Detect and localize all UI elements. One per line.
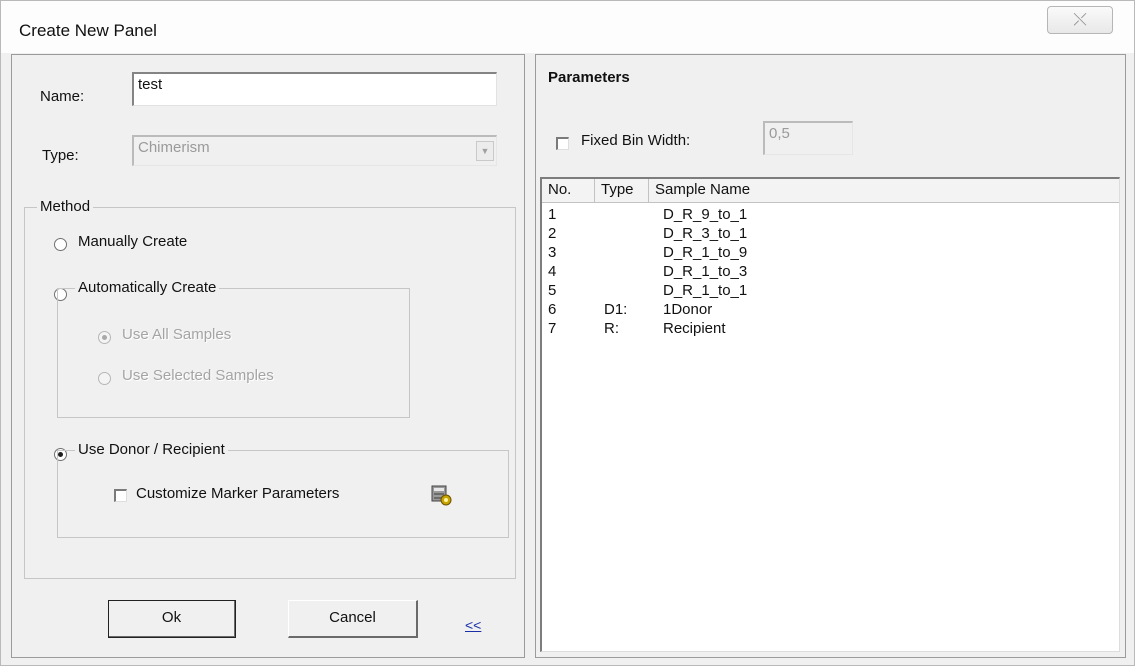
fixed-bin-width-label[interactable]: Fixed Bin Width: — [581, 132, 690, 149]
customize-marker-label[interactable]: Customize Marker Parameters — [136, 485, 339, 502]
donor-recipient-label[interactable]: Use Donor / Recipient — [75, 441, 228, 458]
manual-create-radio[interactable] — [54, 238, 67, 251]
column-header-type[interactable]: Type — [595, 179, 649, 202]
sample-no-cell: 2 — [548, 225, 557, 242]
type-select[interactable]: Chimerism ▼ — [132, 135, 497, 166]
method-legend: Method — [37, 198, 94, 215]
sample-name-cell: D_R_1_to_9 — [663, 244, 748, 261]
sample-name-cell: D_R_9_to_1 — [663, 206, 748, 223]
window-title: Create New Panel — [19, 21, 157, 40]
collapse-link[interactable]: << — [465, 617, 481, 633]
use-selected-samples-label[interactable]: Use Selected Samples — [122, 367, 274, 384]
sample-no-cell: 3 — [548, 244, 557, 261]
sample-name-cell: D_R_1_to_1 — [663, 282, 748, 299]
name-input-value: test — [138, 76, 163, 93]
fixed-bin-width-value: 0,5 — [769, 125, 790, 142]
method-group: Method Manually Create Automatically Cre… — [24, 198, 516, 579]
parameters-heading: Parameters — [548, 69, 630, 86]
sample-no-cell: 1 — [548, 206, 557, 223]
type-label: Type: — [42, 147, 79, 164]
column-header-no[interactable]: No. — [542, 179, 595, 202]
column-header-sample-name[interactable]: Sample Name — [649, 179, 1119, 202]
sample-no-cell: 6 — [548, 301, 557, 318]
sample-type-cell: D1: — [604, 301, 628, 318]
chevron-down-icon[interactable]: ▼ — [476, 141, 494, 161]
name-label: Name: — [40, 88, 85, 105]
sample-name-cell: Recipient — [663, 320, 726, 337]
parameters-pane: Parameters Fixed Bin Width: 0,5 No. Type… — [535, 54, 1126, 658]
use-selected-samples-radio[interactable] — [98, 372, 111, 385]
customize-marker-checkbox[interactable] — [114, 489, 127, 502]
type-select-value: Chimerism — [138, 139, 210, 156]
sample-type-cell: R: — [604, 320, 619, 337]
panel-settings-pane: Name: test Type: Chimerism ▼ Method Manu… — [11, 54, 525, 658]
manual-create-label[interactable]: Manually Create — [78, 233, 187, 250]
sample-name-cell: D_R_3_to_1 — [663, 225, 748, 242]
auto-create-group: Automatically Create Use All Samples Use… — [57, 279, 410, 418]
sample-no-cell: 4 — [548, 263, 557, 280]
close-button[interactable]: ⤬ — [1047, 6, 1113, 34]
donor-recipient-group: Use Donor / Recipient Customize Marker P… — [57, 441, 509, 538]
cancel-button[interactable]: Cancel — [288, 600, 418, 638]
auto-create-label[interactable]: Automatically Create — [75, 279, 220, 296]
samples-list-header: No. Type Sample Name — [542, 179, 1119, 203]
ok-button[interactable]: Ok — [108, 600, 236, 638]
samples-list[interactable]: No. Type Sample Name 1 D_R_9_to_1 2 D_R_3_t… — [540, 177, 1120, 652]
create-new-panel-dialog: Create New Panel ⤬ Name: test Type: Chim… — [0, 0, 1135, 666]
use-all-samples-label[interactable]: Use All Samples — [122, 326, 231, 343]
use-all-samples-radio[interactable] — [98, 331, 111, 344]
sample-name-cell: 1Donor — [663, 301, 713, 318]
fixed-bin-width-input[interactable]: 0,5 — [763, 121, 853, 155]
close-icon: ⤬ — [1073, 10, 1087, 29]
sample-no-cell: 7 — [548, 320, 557, 337]
marker-settings-icon[interactable] — [430, 484, 452, 506]
sample-no-cell: 5 — [548, 282, 557, 299]
title-bar: Create New Panel ⤬ — [1, 1, 1134, 53]
sample-name-cell: D_R_1_to_3 — [663, 263, 748, 280]
name-input[interactable]: test — [132, 72, 497, 106]
fixed-bin-width-checkbox[interactable] — [556, 137, 569, 150]
